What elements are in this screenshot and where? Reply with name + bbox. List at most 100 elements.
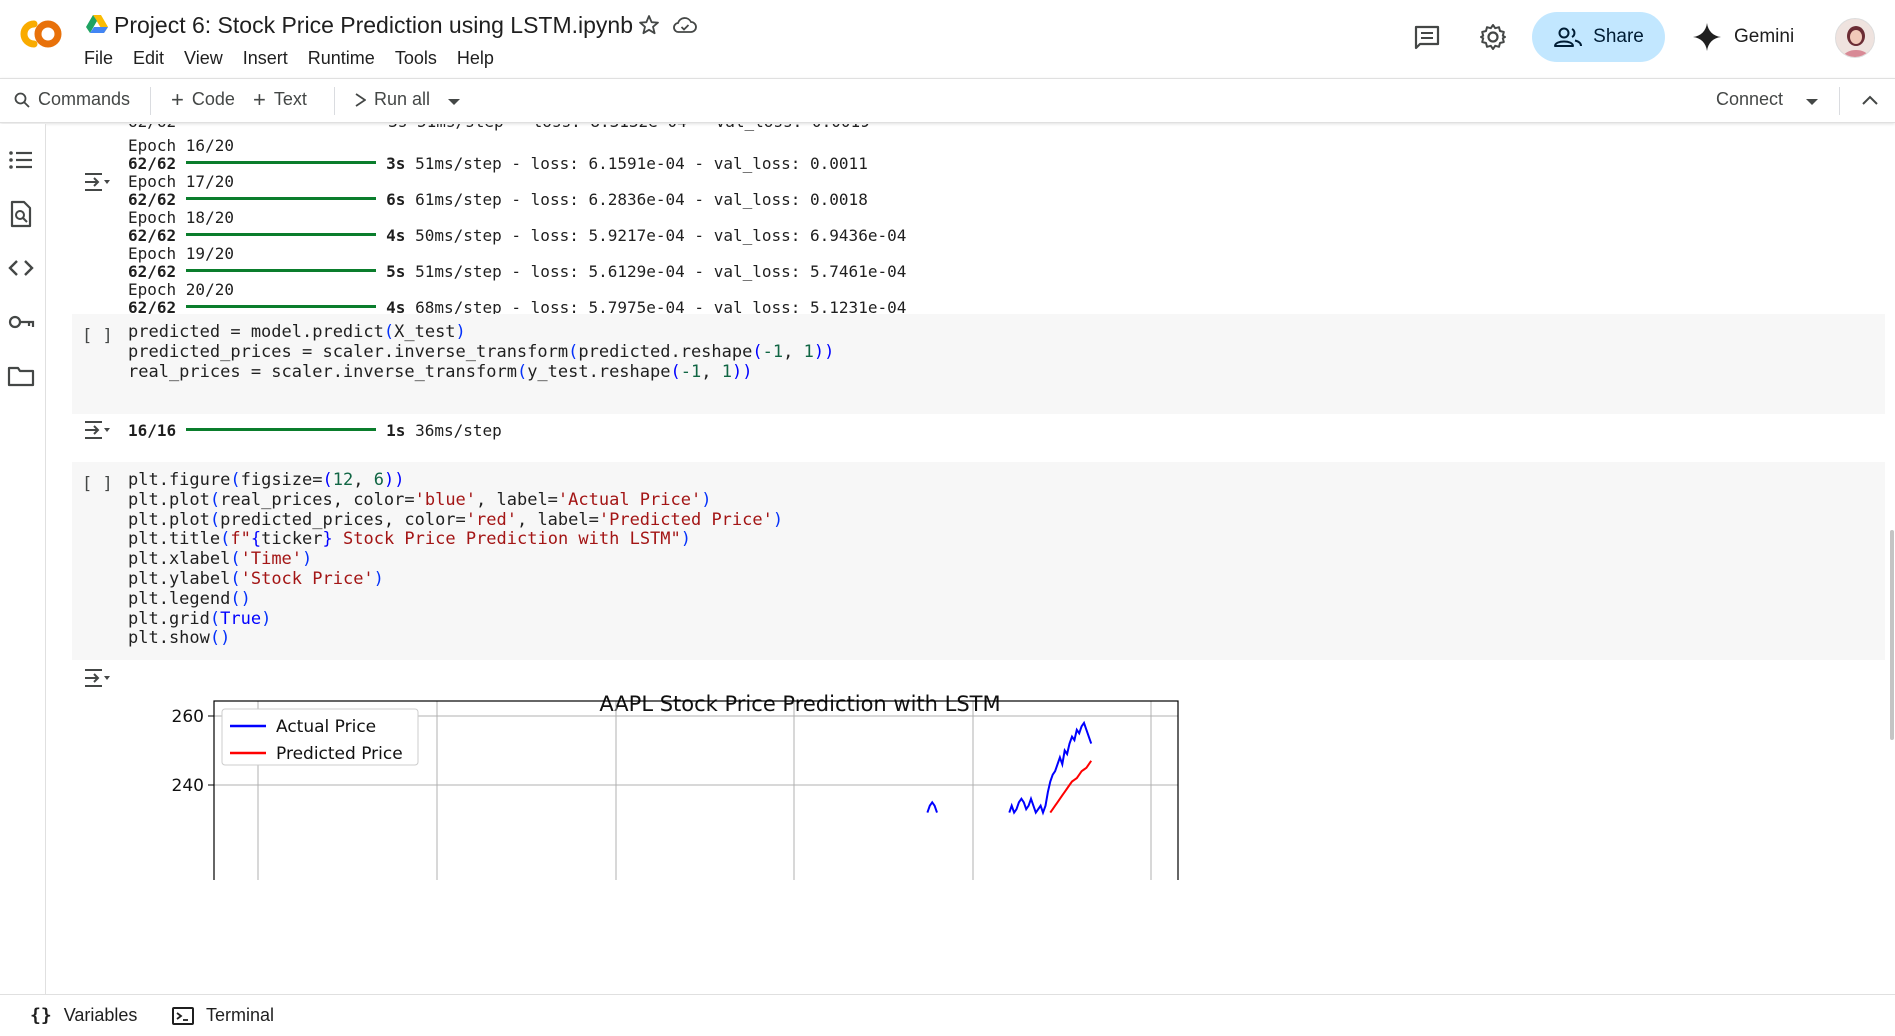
user-avatar[interactable] [1835,18,1875,58]
output-toggle-icon[interactable] [82,418,112,442]
find-in-page-icon[interactable] [7,200,35,228]
braces-icon: {} [30,1005,52,1026]
code-token: () [209,628,231,649]
menu-help[interactable]: Help [447,48,504,69]
epoch-time: 5s [386,262,406,281]
menu-edit[interactable]: Edit [123,48,174,69]
toolbar-divider [334,87,335,115]
epoch-progress-line: 62/62 4s 50ms/step - loss: 5.9217e-04 - v… [128,225,906,247]
progress-bar [186,197,377,200]
code-token: ( [516,361,528,382]
code-token: plt.show [128,628,210,649]
comment-icon[interactable] [1413,24,1441,50]
connect-dropdown-icon[interactable] [1805,98,1819,106]
predict-progress-line: 16/16 1s 36ms/step [128,420,502,442]
connect-button[interactable]: Connect [1716,89,1783,110]
code-token: -1 [762,341,784,362]
menu-bar: File Edit View Insert Runtime Tools Help [84,48,504,69]
drive-icon[interactable] [86,14,108,34]
play-icon [355,92,366,107]
progress-bar [186,428,377,431]
epoch-progress-line: 62/62 3s 51ms/step - loss: 6.1591e-04 - v… [128,153,868,175]
y-tick-label: 260 [172,707,204,727]
code-token: , [701,361,722,382]
run-all-label: Run all [374,89,431,109]
code-token: ( [670,361,681,382]
vertical-scrollbar[interactable] [1890,530,1894,740]
share-button[interactable]: Share [1532,12,1665,62]
connect-label: Connect [1716,89,1784,109]
settings-gear-icon[interactable] [1478,22,1508,52]
code-line[interactable]: real_prices = scaler.inverse_transform(y… [128,360,752,384]
menu-insert[interactable]: Insert [233,48,298,69]
epoch-progress-line: 62/62 5s 51ms/step - loss: 5.6129e-04 - v… [128,261,906,283]
table-of-contents-icon[interactable] [7,146,35,174]
colab-logo[interactable] [12,14,64,54]
bottom-bar: {} Variables Terminal [0,994,1895,1036]
gemini-button[interactable]: Gemini [1692,22,1794,52]
code-token: ) [373,569,384,589]
cloud-saved-icon[interactable] [672,13,698,37]
code-token: 1 [803,341,814,362]
terminal-label: Terminal [206,1005,275,1025]
code-token: 1 [721,361,732,382]
menu-file[interactable]: File [84,48,123,69]
add-code-button[interactable]: + Code [171,88,235,110]
secrets-key-icon[interactable] [7,308,35,336]
add-text-button[interactable]: + Text [253,86,307,112]
code-token: , [783,341,804,362]
code-token: ) [772,509,784,530]
epoch-time: 4s [386,226,406,245]
code-snippets-icon[interactable] [7,254,35,282]
code-token: ) [680,529,692,550]
toolbar-divider [1839,87,1840,115]
notebook-title[interactable]: Project 6: Stock Price Prediction using … [114,12,633,39]
header: Project 6: Stock Price Prediction using … [0,0,1895,77]
menu-view[interactable]: View [174,48,233,69]
progress-bar [186,269,377,272]
terminal-icon [172,1006,194,1025]
code-token: )) [731,361,753,382]
plus-icon: + [253,86,266,112]
code-token: } [322,529,333,550]
legend-label: Predicted Price [276,744,403,764]
run-all-dropdown-icon[interactable] [447,98,461,106]
commands-label: Commands [38,89,131,109]
predict-steps: 16/16 [128,421,177,440]
files-folder-icon[interactable] [7,362,35,390]
variables-button[interactable]: {} Variables [30,1005,137,1026]
run-cell-button[interactable]: [ ] [82,474,113,494]
run-all-button[interactable]: Run all [354,89,430,110]
star-icon[interactable] [637,13,661,37]
terminal-button[interactable]: Terminal [172,1005,274,1026]
search-icon [14,92,30,108]
menu-tools[interactable]: Tools [385,48,447,69]
code-token: y_test.reshape [527,361,671,382]
progress-bar [186,233,377,236]
code-token: real_prices = scaler.inverse_transform [128,361,517,382]
epoch-detail: 50ms/step - loss: 5.9217e-04 - val_loss:… [415,226,907,245]
menu-runtime[interactable]: Runtime [298,48,385,69]
share-label: Share [1593,26,1644,47]
series-line-actual-price [926,800,938,813]
stock-price-chart: 240 260 Actual Price Predicted Price [172,700,1179,880]
output-toggle-icon[interactable] [82,666,112,690]
epoch-detail: 51ms/step - loss: 5.6129e-04 - val_loss:… [415,262,907,281]
y-tick-label: 240 [172,776,204,796]
commands-button[interactable]: Commands [14,89,130,110]
predict-time: 1s [386,421,406,440]
left-sidebar [0,124,46,994]
training-log-cut-line: 62/62 ━━━━━━━━━━━━━━━━━━━━ 3s 51ms/step … [128,124,870,133]
text-label: Text [273,89,307,109]
code-token: )) [813,341,835,362]
predict-detail: 36ms/step [415,421,502,440]
run-cell-button[interactable]: [ ] [82,326,113,346]
collapse-chevron-up-icon[interactable] [1862,94,1878,106]
code-line[interactable]: plt.show() [128,626,230,650]
code-token: 'Stock Price' [240,569,374,589]
gemini-label: Gemini [1734,26,1795,47]
output-toggle-icon[interactable] [82,170,112,194]
series-line-actual-price [1008,720,1093,816]
notebook-toolbar: Commands + Code + Text Run all Connect [0,78,1895,123]
code-token: ) [261,608,272,629]
